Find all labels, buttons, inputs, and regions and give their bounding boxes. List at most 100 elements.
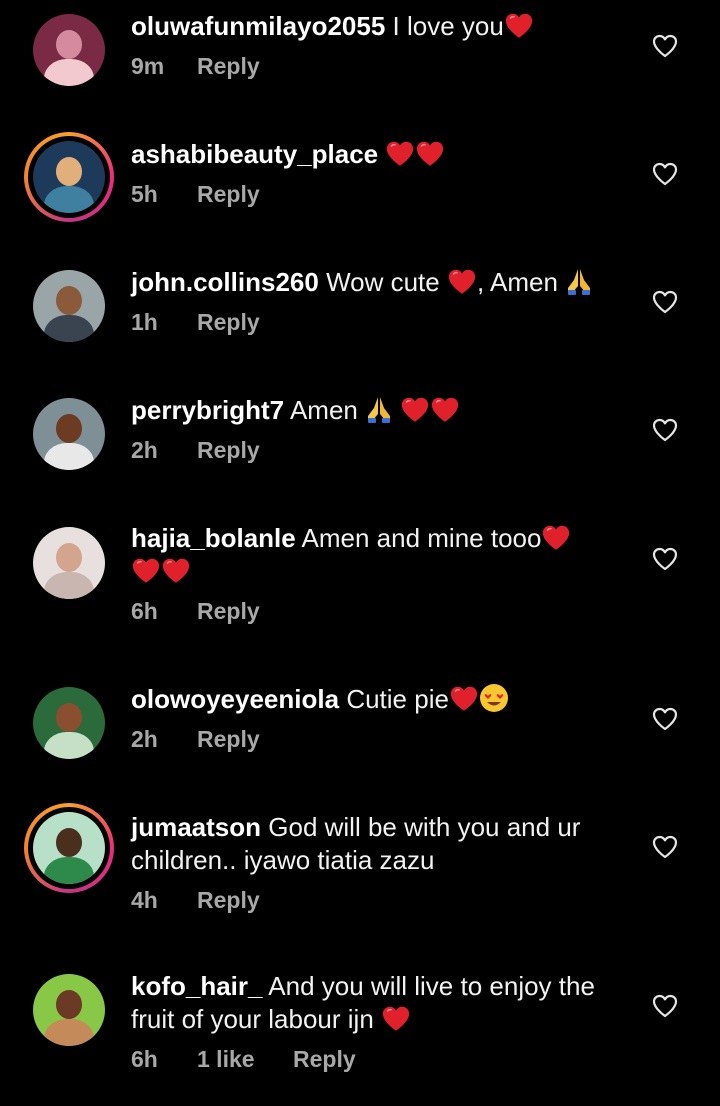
avatar-body: [43, 58, 95, 86]
comment-username[interactable]: olowoyeyeeniola: [131, 684, 339, 714]
comment-meta: 1h Reply: [131, 309, 631, 336]
reply-button[interactable]: Reply: [293, 1046, 356, 1073]
avatar-face: [56, 413, 82, 443]
heart-outline-icon[interactable]: [652, 162, 678, 186]
avatar-body: [43, 1018, 95, 1046]
avatar-story-ring[interactable]: [24, 803, 114, 893]
avatar-image: [33, 14, 105, 86]
avatar[interactable]: [33, 687, 105, 759]
avatar[interactable]: [33, 974, 105, 1046]
comment-text-line: olowoyeyeeniola Cutie pie: [131, 683, 631, 716]
comment-meta: 2h Reply: [131, 437, 631, 464]
comment-text: Amen and mine tooo: [301, 523, 542, 553]
avatar-body: [43, 856, 95, 884]
heart-outline-icon[interactable]: [652, 290, 678, 314]
comment-time: 2h: [131, 437, 158, 463]
avatar-image: [33, 141, 105, 213]
comment-username[interactable]: kofo_hair_: [131, 971, 263, 1001]
reply-button[interactable]: Reply: [197, 437, 260, 464]
comment-body: hajia_bolanle Amen and mine tooo 6h Repl…: [131, 522, 631, 625]
avatar[interactable]: [33, 14, 105, 86]
avatar[interactable]: [33, 398, 105, 470]
avatar-face: [56, 827, 82, 857]
avatar-face: [56, 989, 82, 1019]
heart-outline-icon[interactable]: [652, 418, 678, 442]
red-heart-emoji: [381, 1005, 411, 1032]
folded-hands-emoji: [365, 394, 393, 424]
red-heart-emoji: [541, 524, 571, 551]
comment-meta: 4h Reply: [131, 887, 631, 914]
heart-outline-icon[interactable]: [652, 707, 678, 731]
red-heart-emoji: [161, 557, 191, 584]
comment-body: oluwafunmilayo2055 I love you 9m Reply: [131, 10, 631, 80]
comment-username[interactable]: oluwafunmilayo2055: [131, 11, 385, 41]
comment-meta: 6h 1 like Reply: [131, 1046, 631, 1073]
heart-eyes-emoji: [479, 683, 509, 713]
comment-meta: 2h Reply: [131, 726, 631, 753]
avatar-face: [56, 702, 82, 732]
avatar-image: [33, 687, 105, 759]
avatar-face: [56, 285, 82, 315]
avatar-story-ring[interactable]: [24, 132, 114, 222]
reply-button[interactable]: Reply: [197, 53, 260, 80]
avatar-face: [56, 29, 82, 59]
comment-username[interactable]: perrybright7: [131, 395, 284, 425]
comment-meta: 6h Reply: [131, 598, 631, 625]
comment-username[interactable]: jumaatson: [131, 812, 261, 842]
red-heart-emoji: [430, 396, 460, 423]
comment-time: 6h: [131, 598, 158, 624]
comment-username[interactable]: john.collins260: [131, 267, 319, 297]
red-heart-emoji: [400, 396, 430, 423]
avatar-body: [43, 571, 95, 599]
comment-text: I love you: [392, 11, 504, 41]
comment-time: 1h: [131, 309, 158, 335]
comment-text-line: ashabibeauty_place: [131, 138, 631, 171]
heart-outline-icon[interactable]: [652, 34, 678, 58]
red-heart-emoji: [447, 268, 477, 295]
avatar-body: [43, 731, 95, 759]
comment-username[interactable]: hajia_bolanle: [131, 523, 296, 553]
comment-time: 5h: [131, 181, 158, 207]
comment-body: jumaatson God will be with you and ur ch…: [131, 811, 631, 914]
heart-outline-icon[interactable]: [652, 835, 678, 859]
red-heart-emoji: [131, 557, 161, 584]
comment-body: olowoyeyeeniola Cutie pie 2h Reply: [131, 683, 631, 753]
comment-time: 4h: [131, 887, 158, 913]
avatar-image: [33, 812, 105, 884]
comment-username[interactable]: ashabibeauty_place: [131, 139, 378, 169]
red-heart-emoji: [385, 140, 415, 167]
reply-button[interactable]: Reply: [197, 309, 260, 336]
avatar-face: [56, 542, 82, 572]
comment-text-line: kofo_hair_ And you will live to enjoy th…: [131, 970, 631, 1036]
avatar-face: [56, 156, 82, 186]
comments-list: oluwafunmilayo2055 I love you 9m Reply a…: [0, 0, 720, 1106]
comment-text-line: hajia_bolanle Amen and mine tooo: [131, 522, 631, 588]
avatar[interactable]: [33, 270, 105, 342]
red-heart-emoji: [504, 12, 534, 39]
reply-button[interactable]: Reply: [197, 887, 260, 914]
avatar[interactable]: [33, 527, 105, 599]
red-heart-emoji: [415, 140, 445, 167]
comment-text-continued: , Amen: [476, 267, 558, 297]
reply-button[interactable]: Reply: [197, 598, 260, 625]
comment-text-line: oluwafunmilayo2055 I love you: [131, 10, 631, 43]
comment-text: Amen: [289, 395, 358, 425]
reply-button[interactable]: Reply: [197, 726, 260, 753]
avatar-image: [33, 527, 105, 599]
comment-time: 9m: [131, 53, 165, 79]
comment-body: ashabibeauty_place 5h Reply: [131, 138, 631, 208]
comment-body: john.collins260 Wow cute , Amen 1h Reply: [131, 266, 631, 336]
comment-meta: 5h Reply: [131, 181, 631, 208]
comment-time: 6h: [131, 1046, 158, 1072]
avatar-ring-gap: [28, 136, 110, 218]
heart-outline-icon[interactable]: [652, 547, 678, 571]
avatar-body: [43, 442, 95, 470]
avatar-image: [33, 398, 105, 470]
comment-body: perrybright7 Amen 2h Reply: [131, 394, 631, 464]
avatar-ring-gap: [28, 807, 110, 889]
likes-count[interactable]: 1 like: [197, 1046, 293, 1073]
avatar-body: [43, 185, 95, 213]
red-heart-emoji: [449, 685, 479, 712]
heart-outline-icon[interactable]: [652, 994, 678, 1018]
reply-button[interactable]: Reply: [197, 181, 260, 208]
